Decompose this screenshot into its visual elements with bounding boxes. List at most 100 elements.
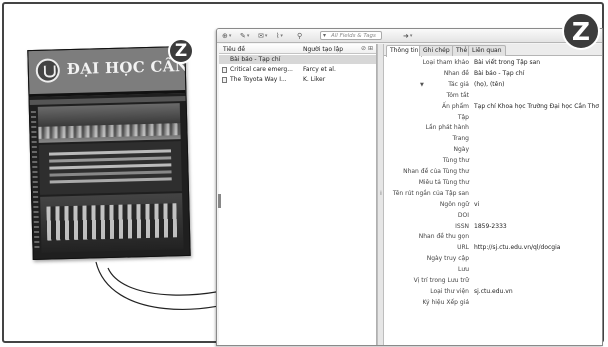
advanced-search-button[interactable]: ⚲ (297, 32, 302, 40)
field-label: DOI (457, 211, 469, 219)
field-label: URL (457, 244, 469, 252)
field-row: Tập (384, 113, 602, 123)
zotero-window: ⊕ ▾ ✎ ▾ ✉ ▾ ⌇ ▾ ⚲ ▾ All Fields & Tags ➜ ▾ Tiê… (216, 28, 603, 346)
field-value[interactable]: (họ), (tên) (474, 80, 505, 90)
cover-header: ĐẠI HỌC CẦN THƠ (28, 46, 191, 98)
field-label: Ấn phẩm (442, 102, 469, 110)
note-icon: ✉ (258, 32, 264, 40)
field-row: Tóm tắt (384, 91, 602, 101)
splitter-grip-icon: ⁞ (380, 190, 382, 197)
toolbar: ⊕ ▾ ✎ ▾ ✉ ▾ ⌇ ▾ ⚲ ▾ All Fields & Tags ➜ ▾ (217, 29, 602, 43)
field-label: Lần phát hành (425, 124, 469, 132)
field-label: Vị trí trong Lưu trữ (413, 277, 469, 284)
field-label: Loại tham khảo (422, 59, 469, 66)
field-label: Tóm tắt (446, 91, 469, 99)
cover-photo-performance (40, 193, 184, 253)
cover-banner (38, 141, 183, 195)
field-value[interactable]: http://sj.ctu.edu.vn/ql/docgia (474, 243, 560, 253)
field-value[interactable]: Bài báo - Tạp chí (474, 69, 524, 79)
field-row: Ngôn ngữ vi (384, 200, 602, 210)
item-row[interactable]: The Toyota Way I... K. Liker (219, 75, 376, 84)
field-value[interactable]: Tạp chí Khoa học Trường Đại học Cần Thơ (474, 102, 599, 112)
tab-info[interactable]: Thông tin (386, 45, 423, 57)
chevron-down-icon: ▾ (280, 33, 283, 39)
field-label: Nhan đề của Tùng thư (403, 168, 469, 175)
items-header: Tiêu đề Người tạo lập ⊘⊞ (219, 44, 376, 54)
items-pane: Tiêu đề Người tạo lập ⊘⊞ Bài báo - Tạp c… (218, 44, 377, 345)
field-row: Ấn phẩm Tạp chí Khoa học Trường Đại học C… (384, 102, 602, 112)
field-value[interactable]: vi (474, 200, 479, 210)
field-row: Nhan đề thu gọn (384, 232, 602, 242)
cover-photo-group (37, 103, 181, 143)
item-row[interactable]: Critical care emerg... Farcy et al. (219, 65, 376, 74)
field-value[interactable]: 1859-2333 (474, 222, 507, 232)
field-row: Tùng thư (384, 156, 602, 166)
field-value[interactable]: sj.ctu.edu.vn (474, 287, 513, 297)
field-label: Ngày (453, 146, 469, 154)
field-label: Trang (452, 135, 469, 143)
column-header-creator[interactable]: Người tạo lập (303, 46, 343, 53)
item-info-pane: Thông tin Ghi chép Thẻ Liên quan Loại th… (384, 44, 602, 345)
university-logo-icon (35, 58, 61, 83)
field-row: Ngày (384, 145, 602, 155)
tab-notes[interactable]: Ghi chép (419, 45, 454, 56)
field-label: Miêu tả Tùng thư (418, 178, 469, 186)
attachment-button[interactable]: ⌇ ▾ (276, 32, 283, 40)
zotero-logo-icon-small: Z (168, 38, 194, 64)
field-label: Ký hiệu Xếp giá (422, 298, 470, 306)
field-label: Ngôn ngữ (439, 200, 469, 208)
field-label: Loại thư viện (430, 287, 469, 295)
column-header-title[interactable]: Tiêu đề (223, 46, 245, 53)
locate-icon: ➜ (403, 32, 409, 40)
field-row: URL http://sj.ctu.edu.vn/ql/docgia (384, 243, 602, 253)
field-row: Lưu (384, 265, 602, 275)
field-row: Ký hiệu Xếp giá (384, 298, 602, 308)
document-icon (222, 67, 227, 73)
field-label: Lưu (458, 266, 469, 274)
field-label: Tên rút ngắn của Tập san (392, 189, 469, 197)
chevron-down-icon: ▾ (228, 33, 232, 39)
pane-splitter[interactable]: ⁞ (377, 44, 384, 345)
field-row: Nhan đề của Tùng thư (384, 167, 602, 177)
field-label: Tập (457, 113, 469, 121)
search-icon: ▾ (323, 32, 327, 39)
search-input[interactable]: ▾ All Fields & Tags (320, 31, 382, 40)
book-icon (222, 77, 227, 83)
chevron-down-icon: ▾ (409, 33, 413, 39)
field-row: Ngày truy cập (384, 254, 602, 264)
wand-icon: ✎ (240, 32, 246, 40)
add-by-identifier-button[interactable]: ✎ ▾ (240, 32, 249, 40)
new-note-button[interactable]: ✉ ▾ (258, 32, 267, 40)
locate-button[interactable]: ➜ ▾ (403, 32, 412, 40)
new-item-button[interactable]: ⊕ ▾ (222, 32, 231, 40)
field-row: Tên rút ngắn của Tập san (384, 189, 602, 199)
field-value[interactable]: Bài viết trong Tập san (474, 58, 540, 68)
paperclip-icon: ⌇ (276, 32, 280, 40)
field-row: Miêu tả Tùng thư (384, 178, 602, 188)
collections-pane-handle[interactable] (218, 194, 221, 208)
field-label: Ngày truy cập (426, 255, 469, 263)
item-creator: Farcy et al. (303, 66, 336, 73)
field-row: Lần phát hành (384, 123, 602, 133)
zotero-logo-icon-large: Z (562, 12, 600, 50)
column-picker-icon[interactable]: ⊘⊞ (361, 45, 375, 52)
field-row: ISSN 1859-2333 (384, 222, 602, 232)
creator-type-dropdown-icon[interactable]: ▼ (420, 80, 424, 90)
item-title: Critical care emerg... (230, 66, 293, 73)
tab-related[interactable]: Liên quan (468, 45, 506, 56)
magnifier-icon: ⚲ (297, 32, 303, 40)
item-creator: K. Liker (303, 76, 326, 83)
magazine-cover: ĐẠI HỌC CẦN THƠ (27, 45, 191, 261)
field-row: Trang (384, 134, 602, 144)
search-placeholder: All Fields & Tags (331, 33, 376, 39)
field-label: Nhan đề (443, 69, 469, 77)
field-label: Tác giả (448, 80, 469, 88)
chevron-down-icon: ▾ (246, 33, 250, 39)
item-row[interactable]: Bài báo - Tạp chí (219, 55, 376, 64)
new-item-icon: ⊕ (222, 32, 228, 40)
field-label: Nhan đề thu gọn (418, 233, 469, 241)
chevron-down-icon: ▾ (264, 33, 268, 39)
field-row: ▼ Tác giả (họ), (tên) (384, 80, 602, 90)
field-label: Tùng thư (442, 157, 469, 165)
field-row: DOI (384, 211, 602, 221)
